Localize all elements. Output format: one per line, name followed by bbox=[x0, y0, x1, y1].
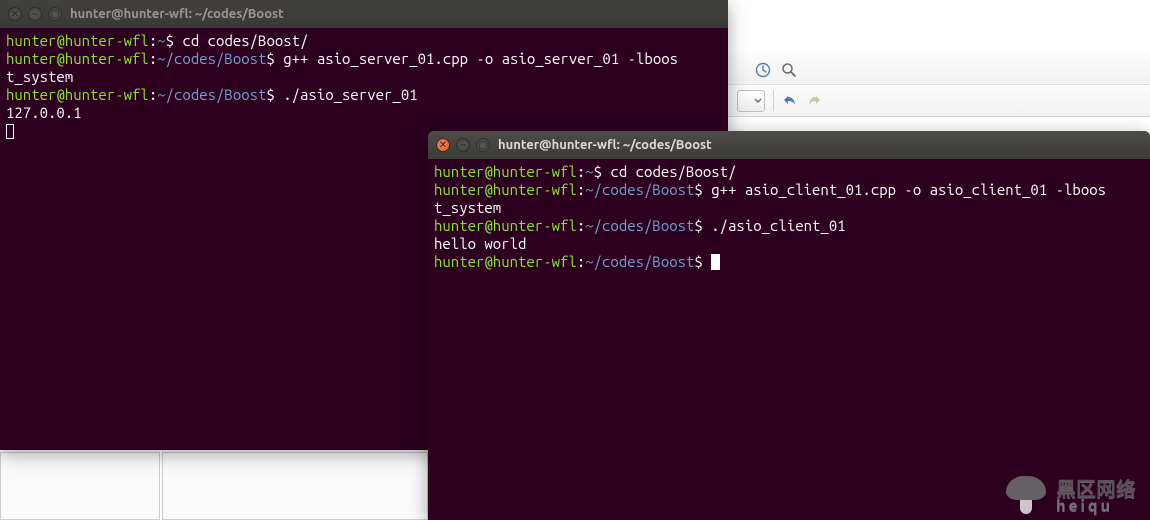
command-wrap: t_system bbox=[6, 68, 73, 85]
undo-icon[interactable] bbox=[782, 93, 798, 109]
terminal-window-client[interactable]: ✕ – ▢ hunter@hunter-wfl: ~/codes/Boost h… bbox=[428, 131, 1150, 520]
background-toolbar-1 bbox=[725, 55, 1150, 85]
toolbar-combo[interactable] bbox=[737, 90, 765, 112]
close-button[interactable]: ✕ bbox=[436, 138, 450, 152]
background-panel-left bbox=[0, 452, 160, 520]
terminal-body[interactable]: hunter@hunter-wfl:~$ cd codes/Boost/ hun… bbox=[428, 159, 1150, 520]
command-wrap: t_system bbox=[434, 199, 501, 216]
output-line: hello world bbox=[434, 235, 526, 252]
close-button[interactable]: ✕ bbox=[8, 7, 22, 21]
chevron-down-icon bbox=[754, 97, 762, 105]
prompt-path: ~ bbox=[585, 163, 593, 180]
command-text: cd codes/Boost/ bbox=[610, 163, 736, 180]
prompt-user: hunter@hunter-wfl bbox=[6, 32, 149, 49]
prompt-path: ~ bbox=[157, 32, 165, 49]
titlebar[interactable]: ✕ – ▢ hunter@hunter-wfl: ~/codes/Boost bbox=[0, 0, 728, 28]
maximize-button[interactable]: ▢ bbox=[476, 138, 490, 152]
window-title: hunter@hunter-wfl: ~/codes/Boost bbox=[70, 7, 284, 21]
maximize-button[interactable]: ▢ bbox=[48, 7, 62, 21]
minimize-button[interactable]: – bbox=[456, 138, 470, 152]
cursor bbox=[6, 124, 14, 139]
background-panel-right bbox=[162, 452, 428, 520]
clock-icon[interactable] bbox=[755, 62, 771, 78]
prompt-user: hunter@hunter-wfl bbox=[434, 163, 577, 180]
background-toolbar-2 bbox=[725, 85, 1150, 117]
separator bbox=[773, 91, 774, 111]
titlebar[interactable]: ✕ – ▢ hunter@hunter-wfl: ~/codes/Boost bbox=[428, 131, 1150, 159]
minimize-button[interactable]: – bbox=[28, 7, 42, 21]
redo-icon[interactable] bbox=[806, 93, 822, 109]
output-line: 127.0.0.1 bbox=[6, 104, 82, 121]
command-text: cd codes/Boost/ bbox=[182, 32, 308, 49]
magnifier-icon[interactable] bbox=[781, 62, 797, 78]
window-title: hunter@hunter-wfl: ~/codes/Boost bbox=[498, 138, 712, 152]
cursor bbox=[711, 254, 720, 270]
